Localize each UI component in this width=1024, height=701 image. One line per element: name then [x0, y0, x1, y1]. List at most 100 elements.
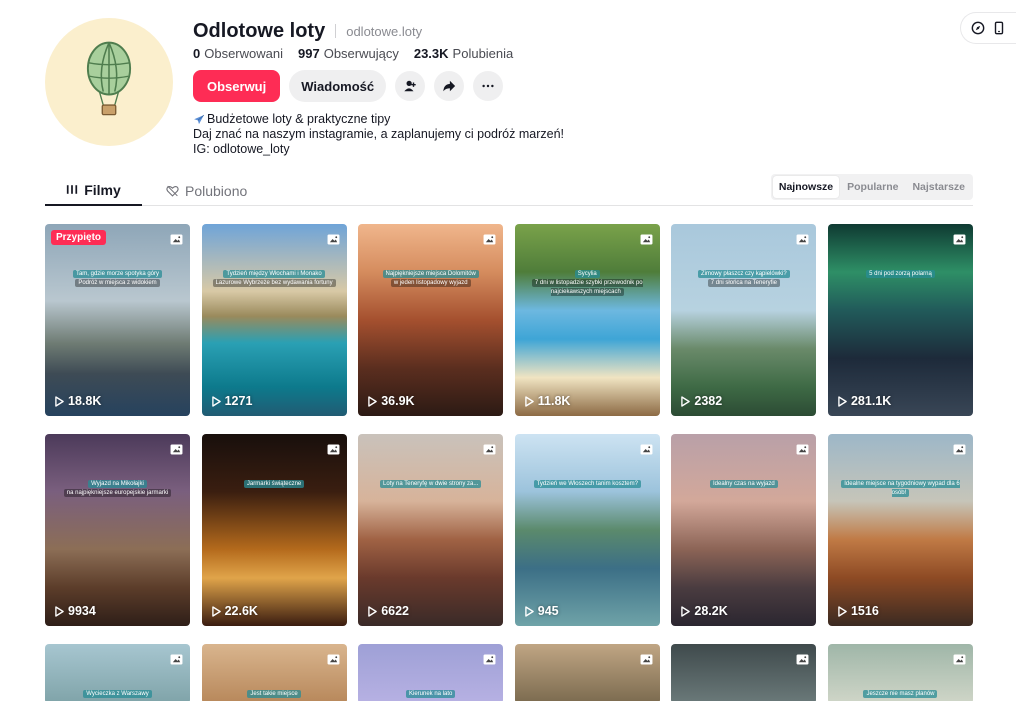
video-thumbnail [358, 224, 504, 416]
sort-newest[interactable]: Najnowsze [772, 176, 840, 198]
profile-stats: 0 Obserwowani 997 Obserwujący 23.3K Polubie… [193, 45, 513, 61]
likes-stat: 23.3K Polubienia [413, 45, 514, 61]
view-count: 22.6K [211, 604, 258, 618]
share-arrow-icon [443, 80, 456, 92]
video-caption: Zimowy płaszcz czy kąpielówki? 7 dni słoń… [679, 270, 808, 288]
photo-carousel-icon [796, 654, 809, 665]
play-icon [55, 395, 64, 407]
video-card[interactable]: Idealny czas na wyjazd 28.2K [671, 434, 817, 626]
hot-air-balloon-icon [86, 41, 132, 116]
profile-actions: Obserwuj Wiadomość [193, 70, 504, 102]
video-caption: Loty na Teneryfę w dwie strony za... [366, 480, 495, 489]
play-icon [211, 605, 221, 617]
photo-carousel-icon [170, 444, 183, 455]
video-caption: Jest takie miejsce [210, 690, 339, 699]
play-icon [211, 395, 221, 407]
sort-popular[interactable]: Popularne [841, 176, 904, 198]
profile-name-row: Odlotowe loty odlotowe.loty [193, 18, 422, 44]
photo-carousel-icon [327, 234, 340, 245]
play-icon [55, 605, 64, 617]
video-card[interactable] [671, 644, 817, 701]
video-thumbnail [671, 224, 817, 416]
video-caption: Idealne miejsce na tygodniowy wypad dla … [836, 480, 965, 498]
play-icon [838, 395, 847, 407]
video-card[interactable]: Najpiękniejsze miejsca Dolomitów w jeden … [358, 224, 504, 416]
side-tools [960, 12, 1016, 44]
view-count: 2382 [681, 394, 722, 408]
view-count: 281.1K [838, 394, 891, 408]
grid-bars-icon [67, 185, 78, 194]
follow-button[interactable]: Obserwuj [193, 70, 281, 102]
video-card[interactable]: Zimowy płaszcz czy kąpielówki? 7 dni słoń… [671, 224, 817, 416]
sort-toggle: Najnowsze Popularne Najstarsze [770, 174, 973, 200]
photo-carousel-icon [483, 444, 496, 455]
photo-carousel-icon [953, 444, 966, 455]
video-thumbnail [514, 644, 660, 701]
video-card[interactable]: Tydzień we Włoszech tanim kosztem? 945 [514, 434, 660, 626]
view-count: 11.8K [525, 394, 570, 408]
video-caption: Wyjazd na Mikołajki na najpiękniejsze eur… [53, 480, 182, 498]
tab-films[interactable]: Filmy [45, 175, 142, 206]
tab-liked[interactable]: Polubiono [166, 175, 247, 206]
pinned-badge: Przypięto [51, 230, 107, 245]
username: odlotowe.loty [346, 23, 423, 39]
video-thumbnail [45, 434, 190, 626]
device-icon[interactable] [990, 19, 1008, 37]
more-options-button[interactable] [473, 71, 504, 101]
video-card[interactable]: Sycylia 7 dni w listopadzie szybki przewo… [514, 224, 660, 416]
video-caption: Jeszcze nie masz planów [836, 690, 965, 699]
following-stat[interactable]: 0 Obserwowani [193, 46, 283, 61]
video-thumbnail [358, 434, 504, 626]
video-thumbnail [671, 434, 817, 626]
video-card[interactable]: Wycieczka z Warszawy [45, 644, 190, 701]
view-count: 6622 [368, 604, 409, 618]
video-card[interactable]: Wyjazd na Mikołajki na najpiękniejsze eur… [45, 434, 190, 626]
video-card[interactable]: Przypięto Tam, gdzie morze spotyka góry Po… [45, 224, 190, 416]
bio-line-1: Budżetowe loty & praktyczne tipy [193, 112, 564, 127]
play-icon [681, 395, 691, 407]
video-card[interactable]: Jarmarki świąteczne 22.6K [201, 434, 347, 626]
share-button[interactable] [434, 71, 465, 101]
video-caption: Najpiękniejsze miejsca Dolomitów w jeden … [366, 270, 495, 288]
video-card[interactable]: Idealne miejsce na tygodniowy wypad dla … [827, 434, 973, 626]
video-card[interactable]: 5 dni pod zorzą polarną 281.1K [827, 224, 973, 416]
view-count: 28.2K [681, 604, 728, 618]
video-caption: Tydzień między Włochami i Monako Lazurowe… [210, 270, 339, 288]
video-card[interactable] [514, 644, 660, 701]
photo-carousel-icon [170, 234, 183, 245]
play-icon [525, 395, 534, 407]
add-friend-button[interactable] [395, 71, 426, 101]
photo-carousel-icon [483, 234, 496, 245]
play-icon [368, 605, 377, 617]
photo-carousel-icon [327, 654, 340, 665]
video-thumbnail [45, 224, 190, 416]
video-caption: Tam, gdzie morze spotyka góry Podróż w mi… [53, 270, 182, 288]
divider [335, 24, 337, 38]
play-icon [525, 605, 534, 617]
photo-carousel-icon [640, 444, 653, 455]
sort-oldest[interactable]: Najstarsze [906, 176, 971, 198]
video-card[interactable]: Jest takie miejsce [201, 644, 347, 701]
photo-carousel-icon [170, 654, 183, 665]
video-caption: Wycieczka z Warszawy [53, 690, 182, 699]
avatar [45, 18, 173, 146]
bio-line-2: Daj znać na naszym instagramie, a zaplan… [193, 127, 565, 141]
followers-stat[interactable]: 997 Obserwujący [298, 46, 399, 61]
view-count: 945 [525, 604, 559, 618]
play-icon [838, 605, 847, 617]
video-caption: Sycylia 7 dni w listopadzie szybki przewo… [523, 270, 652, 297]
video-card[interactable]: Tydzień między Włochami i Monako Lazurowe… [201, 224, 347, 416]
compass-icon[interactable] [969, 19, 987, 37]
video-card[interactable]: Kierunek na lato [358, 644, 504, 701]
photo-carousel-icon [640, 234, 653, 245]
view-count: 9934 [55, 604, 96, 618]
video-card[interactable]: Jeszcze nie masz planów [827, 644, 973, 701]
profile-bio: Budżetowe loty & praktyczne tipy Daj zna… [193, 112, 564, 157]
photo-carousel-icon [796, 444, 809, 455]
play-icon [681, 605, 691, 617]
video-caption: 5 dni pod zorzą polarną [836, 270, 965, 279]
video-thumbnail [514, 224, 660, 416]
message-button[interactable]: Wiadomość [289, 70, 387, 102]
video-thumbnail [514, 434, 660, 626]
video-card[interactable]: Loty na Teneryfę w dwie strony za... 6622 [358, 434, 504, 626]
